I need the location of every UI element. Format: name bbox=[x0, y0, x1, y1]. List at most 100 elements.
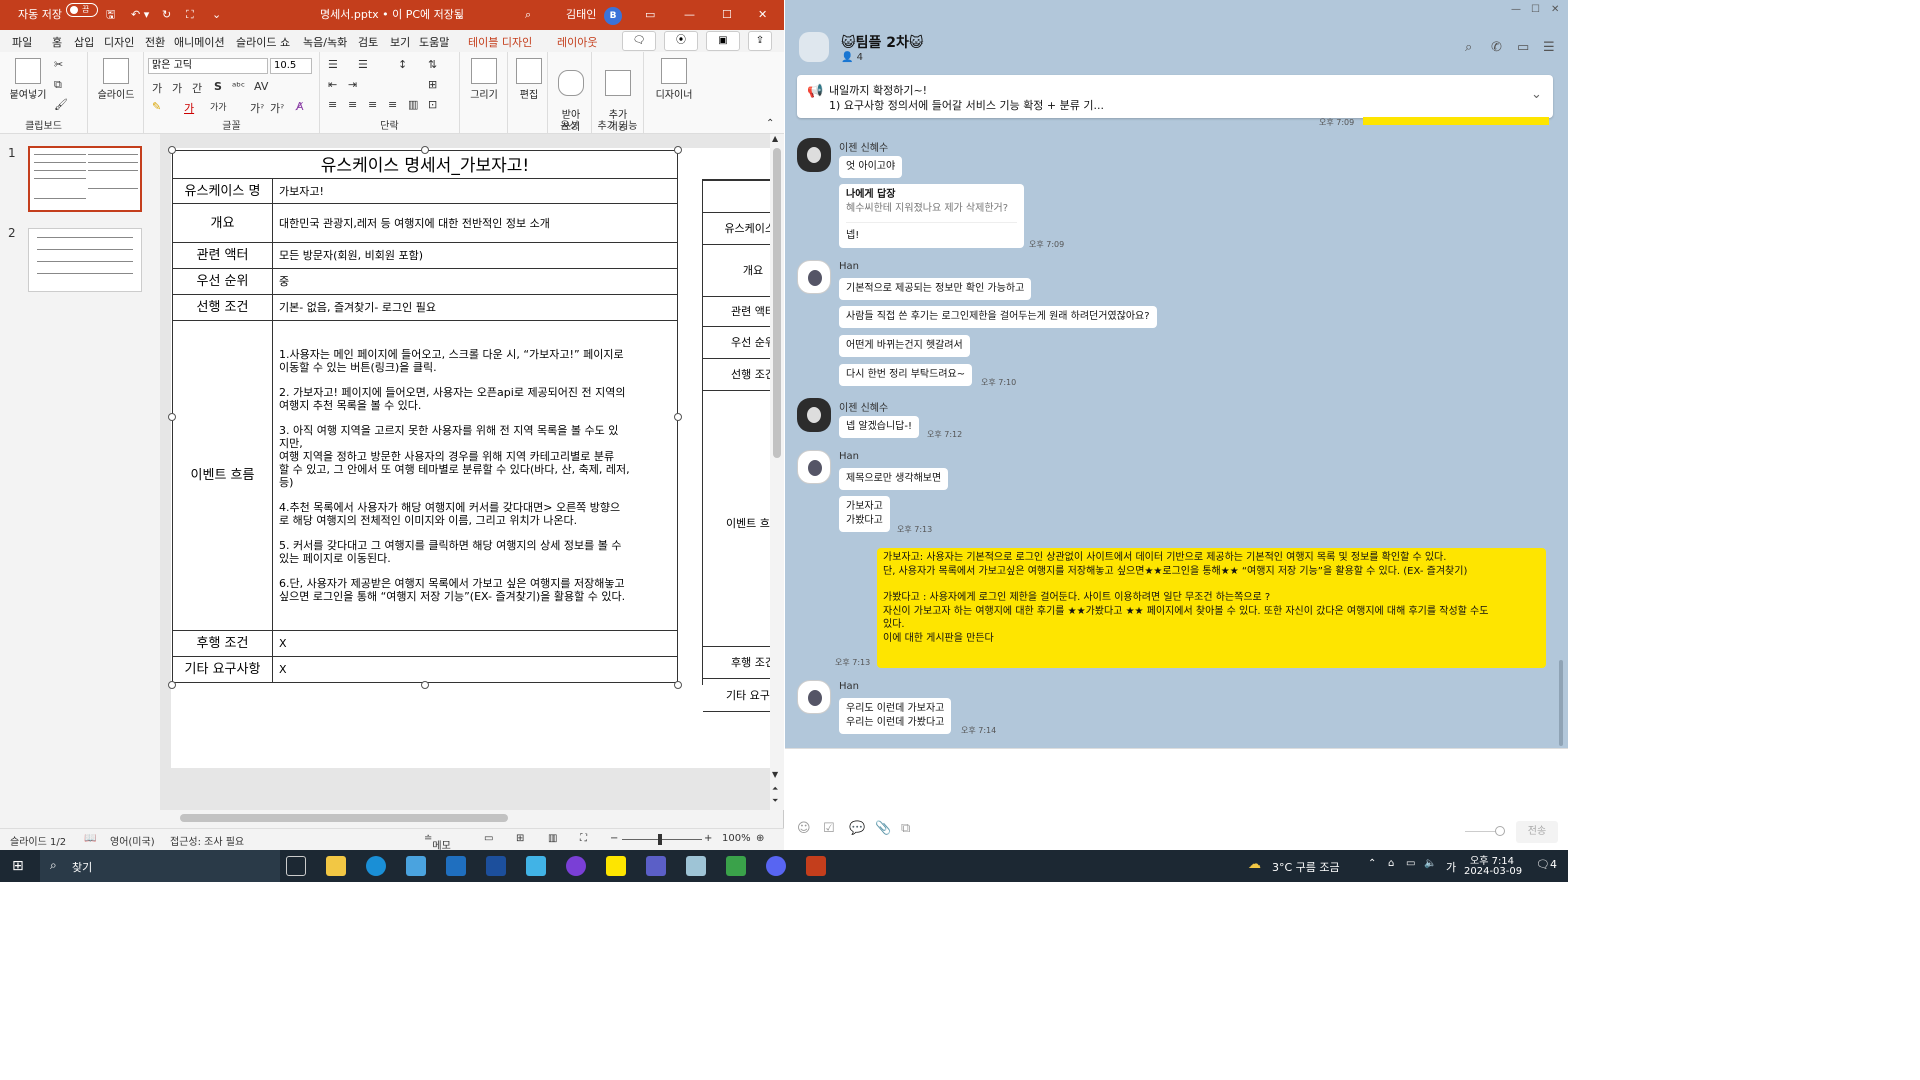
tab-file[interactable]: 파일 bbox=[12, 34, 32, 50]
font-color-icon[interactable]: 가 bbox=[184, 100, 194, 116]
resize-handle[interactable] bbox=[168, 146, 176, 154]
tab-home[interactable]: 홈 bbox=[52, 34, 63, 54]
message-bubble[interactable]: 다시 한번 정리 부탁드려요~ bbox=[839, 364, 973, 386]
table-cell[interactable]: X bbox=[272, 630, 678, 657]
weather-text[interactable]: 3°C 구름 조금 bbox=[1272, 859, 1340, 875]
resize-handle[interactable] bbox=[674, 413, 682, 421]
discord-icon[interactable] bbox=[766, 856, 786, 876]
spellcheck-icon[interactable]: 📖 bbox=[84, 833, 96, 844]
avatar[interactable]: B bbox=[604, 0, 622, 30]
member-count[interactable]: 👤 4 bbox=[841, 52, 863, 63]
slide-thumbnail-1[interactable] bbox=[28, 146, 142, 212]
tab-slideshow[interactable]: 슬라이드 쇼 bbox=[236, 34, 290, 50]
notes-button[interactable]: ≐ 메모 bbox=[424, 833, 451, 852]
avatar[interactable] bbox=[797, 260, 831, 294]
maximize-button[interactable]: ☐ bbox=[1531, 4, 1540, 15]
table-cell[interactable]: 모든 방문자(회원, 비회원 포함) bbox=[272, 242, 678, 269]
message-bubble[interactable]: 넵 알겠습니답-! bbox=[839, 416, 919, 438]
next-slide-icon[interactable]: ⏷ bbox=[772, 796, 778, 806]
tab-review[interactable]: 검토 bbox=[358, 34, 378, 50]
justify-icon[interactable]: ≡ bbox=[388, 98, 397, 111]
comment-button[interactable]: 🗨 bbox=[622, 31, 656, 51]
resize-handle[interactable] bbox=[674, 681, 682, 689]
normal-view-icon[interactable]: ▭ bbox=[484, 833, 493, 844]
table-cell[interactable]: 이벤트 흐름 bbox=[172, 320, 273, 631]
tab-record[interactable]: 녹음/녹화 bbox=[303, 34, 347, 50]
weather-icon[interactable]: ☁ bbox=[1248, 857, 1261, 872]
table-cell[interactable]: X bbox=[272, 656, 678, 683]
font-size-select[interactable]: 10.5 bbox=[270, 58, 312, 74]
drawing-button[interactable]: 그리기 bbox=[464, 58, 504, 101]
zoom-level[interactable]: 100% bbox=[722, 833, 751, 844]
designer-button[interactable]: 디자이너 bbox=[650, 58, 698, 101]
tab-insert[interactable]: 삽입 bbox=[74, 34, 94, 50]
table-cell[interactable]: 기본- 없음, 즐겨찾기- 로그인 필요 bbox=[272, 294, 678, 321]
decrease-indent-icon[interactable]: ⇤ bbox=[328, 78, 337, 91]
avatar[interactable] bbox=[797, 450, 831, 484]
customize-icon[interactable]: ⌄ bbox=[212, 0, 221, 30]
ribbon-display-icon[interactable]: ▭ bbox=[645, 0, 655, 30]
spacing-icon[interactable]: AV bbox=[254, 80, 268, 93]
group-avatar[interactable] bbox=[799, 32, 829, 62]
table-cell[interactable]: 선행 조건 bbox=[172, 294, 273, 321]
display-icon[interactable]: ▭ bbox=[1406, 858, 1415, 869]
search-box[interactable]: ⌕ 찾기 bbox=[40, 850, 280, 882]
table-cell[interactable]: 후행 조건 bbox=[172, 630, 273, 657]
powerpoint-icon[interactable] bbox=[806, 856, 826, 876]
tab-view[interactable]: 보기 bbox=[390, 34, 410, 50]
app-icon[interactable] bbox=[646, 856, 666, 876]
resize-handle[interactable] bbox=[421, 681, 429, 689]
copy-icon[interactable]: ⧉ bbox=[54, 78, 62, 92]
table-cell[interactable]: 기타 요구사항 bbox=[172, 656, 273, 683]
format-painter-icon[interactable]: 🖌 bbox=[54, 98, 68, 111]
slideshow-icon[interactable]: ⛶ bbox=[580, 833, 587, 844]
font-name-select[interactable]: 맑은 고딕 bbox=[148, 58, 268, 74]
volume-icon[interactable]: 🔈 bbox=[1424, 858, 1436, 869]
event-flow-cell[interactable]: 1.사용자는 메인 페이지에 들어오고, 스크롤 다운 시, “가보자고!” 페… bbox=[272, 320, 678, 631]
teams-present-button[interactable]: ▣ bbox=[706, 31, 740, 51]
table-cell[interactable]: 관련 액터 bbox=[172, 242, 273, 269]
network-icon[interactable]: ⌂ bbox=[1388, 858, 1394, 869]
notepad-icon[interactable] bbox=[686, 856, 706, 876]
my-message-bubble[interactable]: 가보자고: 사용자는 기본적으로 로그인 상관없이 사이트에서 데이터 기반으로… bbox=[877, 548, 1546, 668]
windows-start-icon[interactable]: ⊞ bbox=[12, 858, 24, 874]
send-button[interactable]: 전송 bbox=[1516, 821, 1558, 843]
clock-date[interactable]: 2024-03-09 bbox=[1464, 866, 1522, 877]
superscript-icon[interactable]: 가ˀ bbox=[250, 100, 264, 116]
text-direction-icon[interactable]: ⇅ bbox=[428, 58, 437, 71]
table-cell[interactable]: 유스케이스 명 bbox=[172, 178, 273, 204]
scroll-up-icon[interactable]: ▲ bbox=[772, 134, 778, 143]
minimize-button[interactable]: — bbox=[684, 0, 695, 30]
redo-icon[interactable]: ↻ bbox=[162, 0, 171, 30]
ime-indicator[interactable]: 가 bbox=[1446, 859, 1456, 875]
tab-design[interactable]: 디자인 bbox=[104, 34, 134, 50]
table-cell[interactable]: 대한민국 관광지,레저 등 여행지에 대한 전반적인 정보 소개 bbox=[272, 203, 678, 243]
notice-banner[interactable]: 📢 내일까지 확정하기~! 1) 요구사항 정의서에 들어갈 서비스 기능 확정… bbox=[797, 75, 1553, 118]
save-icon[interactable]: 🖫 bbox=[106, 0, 115, 30]
message-bubble[interactable]: 엇 아이고야 bbox=[839, 156, 903, 178]
paste-button[interactable]: 붙여넣기 bbox=[6, 58, 50, 101]
usecase-table[interactable]: 유스케이스 명 가보자고! 개요 대한민국 관광지,레저 등 여행지에 대한 전반적… bbox=[172, 178, 678, 683]
attach-icon[interactable]: 📎 bbox=[875, 821, 891, 836]
slide-thumbnail-2[interactable] bbox=[28, 228, 142, 292]
language-indicator[interactable]: 영어(미국) bbox=[110, 833, 155, 848]
table-title[interactable]: 유스케이스 명세서_가보자고! bbox=[172, 150, 678, 180]
line-spacing-icon[interactable]: ↕ bbox=[398, 58, 407, 71]
notification-icon[interactable]: 🗨4 bbox=[1536, 858, 1557, 871]
tab-animations[interactable]: 애니메이션 bbox=[174, 34, 225, 50]
task-view-icon[interactable] bbox=[286, 856, 306, 876]
editing-button[interactable]: 편집 bbox=[512, 58, 546, 101]
tab-table-design[interactable]: 테이블 디자인 bbox=[468, 34, 532, 50]
align-left-icon[interactable]: ≡ bbox=[328, 98, 337, 111]
message-bubble[interactable]: 사람들 직접 쓴 후기는 로그인제한을 걸어두는게 원래 하려던거였잖아요? bbox=[839, 306, 1157, 328]
resize-handle[interactable] bbox=[168, 413, 176, 421]
smartart-icon[interactable]: ⊡ bbox=[428, 98, 437, 111]
columns-icon[interactable]: ▥ bbox=[408, 98, 418, 111]
align-center-icon[interactable]: ≡ bbox=[348, 98, 357, 111]
scroll-thumb[interactable] bbox=[180, 814, 508, 822]
edge-icon[interactable] bbox=[366, 856, 386, 876]
share-button[interactable]: ⇪ bbox=[748, 31, 772, 51]
app-icon[interactable] bbox=[566, 856, 586, 876]
scroll-down-icon[interactable]: ▼ bbox=[772, 770, 778, 779]
table-cell[interactable]: 개요 bbox=[172, 203, 273, 243]
